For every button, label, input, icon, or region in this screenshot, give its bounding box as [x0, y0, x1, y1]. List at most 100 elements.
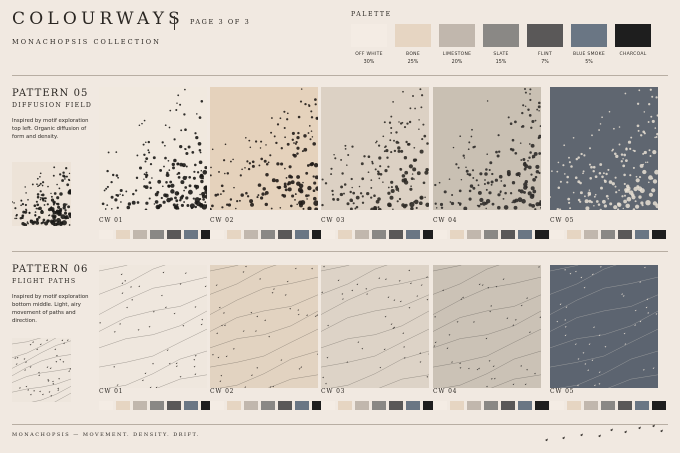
strip-swatch — [406, 401, 420, 410]
colourway-color-strip — [210, 401, 326, 410]
page-indicator: PAGE 3 OF 3 — [190, 18, 251, 26]
colourway-color-strip — [321, 230, 437, 239]
colourway-color-strip — [550, 230, 666, 239]
colourway-label: CW 01 — [99, 217, 124, 224]
strip-swatch — [450, 401, 464, 410]
strip-swatch — [210, 401, 224, 410]
colourway-color-strip — [99, 401, 215, 410]
strip-swatch — [244, 401, 258, 410]
strip-swatch — [484, 401, 498, 410]
footer-text: MONACHOPSIS — MOVEMENT. DENSITY. DRIFT. — [12, 432, 200, 438]
colourway-color-strip — [99, 230, 215, 239]
strip-swatch — [467, 401, 481, 410]
strip-swatch — [261, 230, 275, 239]
strip-swatch — [99, 230, 113, 239]
strip-swatch — [278, 230, 292, 239]
colourway-label: CW 01 — [99, 388, 124, 395]
palette-swatch — [351, 24, 387, 47]
colourway-label: CW 03 — [321, 217, 346, 224]
strip-swatch — [501, 230, 515, 239]
strip-swatch — [99, 401, 113, 410]
strip-swatch — [295, 230, 309, 239]
colourway-color-strip — [433, 230, 549, 239]
colourway-tile — [321, 87, 429, 210]
strip-swatch — [295, 401, 309, 410]
strip-swatch — [261, 401, 275, 410]
strip-swatch — [184, 230, 198, 239]
divider-middle — [12, 251, 668, 252]
pattern-06-subtitle: FLIGHT PATHS — [12, 278, 77, 285]
strip-swatch — [567, 401, 581, 410]
strip-swatch — [518, 230, 532, 239]
palette-swatch-name: BONE — [406, 52, 420, 57]
strip-swatch — [227, 230, 241, 239]
colourway-tile — [99, 265, 207, 388]
strip-swatch — [321, 401, 335, 410]
strip-swatch — [550, 230, 564, 239]
palette-swatch-percent: 5% — [585, 60, 593, 65]
strip-swatch — [652, 230, 666, 239]
title-divider — [174, 16, 175, 30]
strip-swatch — [535, 401, 549, 410]
colourway-color-strip — [210, 230, 326, 239]
colourway-color-strip — [433, 401, 549, 410]
strip-swatch — [210, 230, 224, 239]
strip-swatch — [501, 401, 515, 410]
strip-swatch — [635, 401, 649, 410]
strip-swatch — [433, 401, 447, 410]
palette-swatch-name: BLUE SMOKE — [572, 52, 605, 57]
strip-swatch — [150, 230, 164, 239]
strip-swatch — [550, 401, 564, 410]
pattern-06-motif-thumbnail — [12, 338, 71, 402]
palette-swatch — [527, 24, 563, 47]
strip-swatch — [433, 230, 447, 239]
colourway-tile — [550, 87, 658, 210]
strip-swatch — [601, 230, 615, 239]
strip-swatch — [133, 401, 147, 410]
strip-swatch — [535, 230, 549, 239]
strip-swatch — [167, 230, 181, 239]
strip-swatch — [167, 401, 181, 410]
strip-swatch — [567, 230, 581, 239]
palette-swatch-name: OFF WHITE — [355, 52, 383, 57]
strip-swatch — [389, 230, 403, 239]
birds-motif-icon — [540, 422, 665, 446]
strip-swatch — [150, 401, 164, 410]
pattern-05-subtitle: DIFFUSION FIELD — [12, 102, 93, 109]
strip-swatch — [618, 401, 632, 410]
palette-swatch-name: FLINT — [537, 52, 553, 57]
colourway-label: CW 05 — [550, 388, 575, 395]
strip-swatch — [389, 401, 403, 410]
colourway-tile — [433, 265, 541, 388]
colourway-color-strip — [550, 401, 666, 410]
colourway-label: CW 03 — [321, 388, 346, 395]
strip-swatch — [584, 230, 598, 239]
strip-swatch — [244, 230, 258, 239]
colourway-label: CW 05 — [550, 217, 575, 224]
palette-swatch-percent: 15% — [495, 60, 507, 65]
palette-swatch-name: LIMESTONE — [442, 52, 472, 57]
palette-swatch — [571, 24, 607, 47]
strip-swatch — [584, 401, 598, 410]
strip-swatch — [601, 401, 615, 410]
palette-label: PALETTE — [351, 11, 392, 18]
strip-swatch — [321, 230, 335, 239]
strip-swatch — [338, 401, 352, 410]
strip-swatch — [467, 230, 481, 239]
page-title: COLOURWAYS — [12, 9, 185, 29]
colourway-tile — [321, 265, 429, 388]
strip-swatch — [184, 401, 198, 410]
pattern-05-title: PATTERN 05 — [12, 88, 89, 99]
strip-swatch — [338, 230, 352, 239]
collection-subtitle: MONACHOPSIS COLLECTION — [12, 38, 162, 46]
colourway-label: CW 02 — [210, 217, 235, 224]
strip-swatch — [372, 230, 386, 239]
pattern-06-description: Inspired by motif exploration bottom mid… — [12, 294, 89, 324]
colourway-tile — [99, 87, 207, 210]
strip-swatch — [618, 230, 632, 239]
palette-swatch — [615, 24, 651, 47]
palette-swatch-name: SLATE — [493, 52, 509, 57]
palette-swatch-percent: 30% — [363, 60, 375, 65]
strip-swatch — [116, 401, 130, 410]
palette-swatch — [483, 24, 519, 47]
